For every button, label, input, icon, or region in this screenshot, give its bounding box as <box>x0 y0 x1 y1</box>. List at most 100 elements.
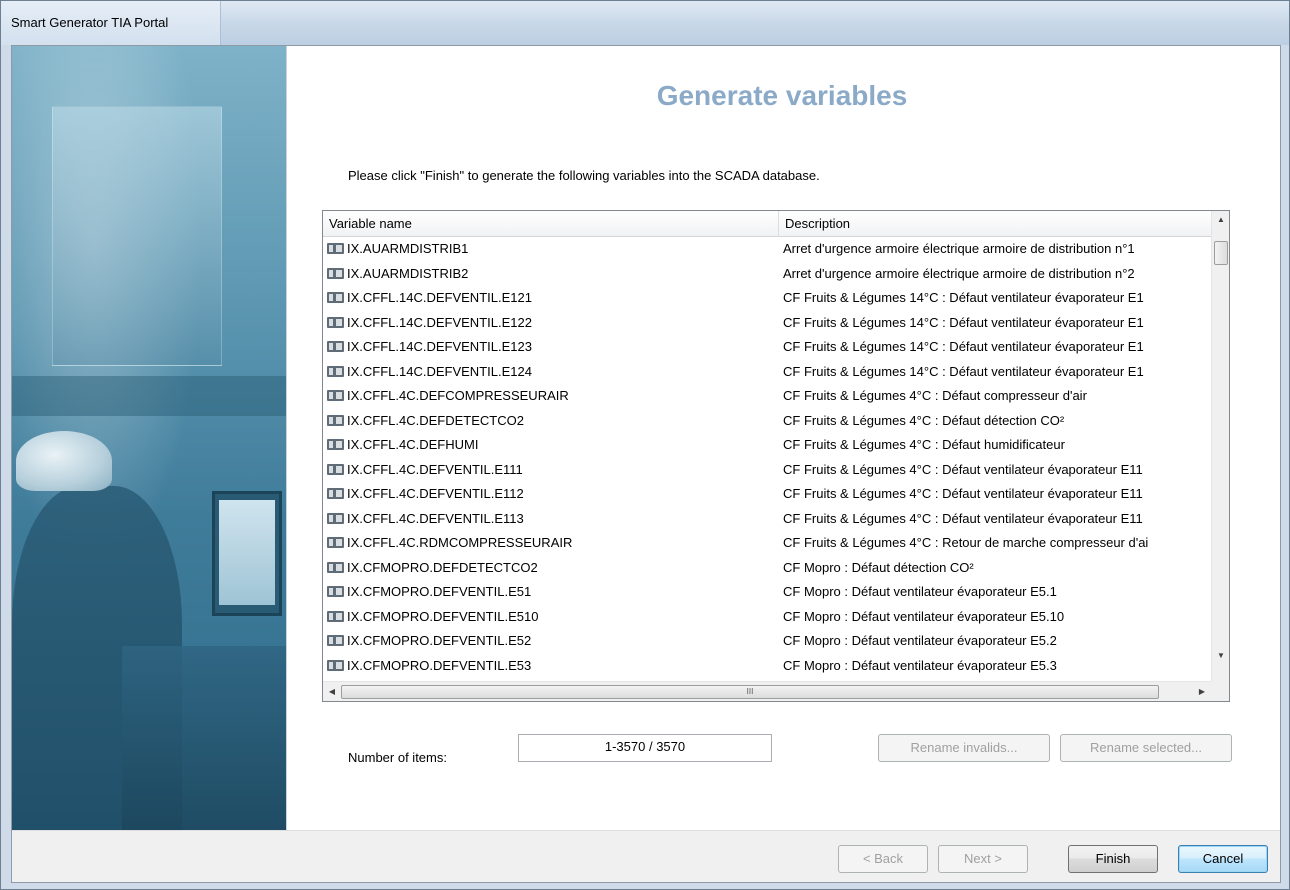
variable-name-cell: IX.CFMOPRO.DEFVENTIL.E52 <box>327 629 777 653</box>
table-row[interactable]: IX.CFFL.14C.DEFVENTIL.E121 CF Fruits & Lé… <box>323 286 1211 311</box>
column-header-variable-name[interactable]: Variable name <box>323 211 779 237</box>
rename-invalids-button[interactable]: Rename invalids... <box>878 734 1050 762</box>
wizard-window: Smart Generator TIA Portal Generate vari… <box>0 0 1290 890</box>
description-cell: CF Fruits & Légumes 14°C : Défaut ventil… <box>783 339 1144 354</box>
page-title: Generate variables <box>656 80 908 111</box>
variable-icon <box>327 610 344 622</box>
window-title: Smart Generator TIA Portal <box>11 15 169 30</box>
table-row[interactable]: IX.CFMOPRO.DEFVENTIL.E510 CF Mopro : Défa… <box>323 605 1211 630</box>
table-row[interactable]: IX.AUARMDISTRIB2 Arret d'urgence armoire … <box>323 262 1211 287</box>
horizontal-scrollbar[interactable]: ◀ III ▶ <box>323 681 1211 701</box>
table-row[interactable]: IX.CFFL.14C.DEFVENTIL.E124 CF Fruits & Lé… <box>323 360 1211 385</box>
table-row[interactable]: IX.CFMOPRO.DEFDETECTCO2 CF Mopro : Défaut… <box>323 556 1211 581</box>
table-row[interactable]: IX.CFMOPRO.DEFVENTIL.E53 CF Mopro : Défau… <box>323 654 1211 679</box>
horizontal-scroll-thumb[interactable]: III <box>341 685 1159 699</box>
variable-name-cell: IX.AUARMDISTRIB2 <box>327 262 777 286</box>
grid-rows: IX.AUARMDISTRIB1 Arret d'urgence armoire … <box>323 237 1211 681</box>
table-row[interactable]: IX.CFFL.4C.DEFDETECTCO2 CF Fruits & Légum… <box>323 409 1211 434</box>
vertical-scrollbar[interactable]: ▲ ▼ <box>1211 211 1229 681</box>
description-cell: CF Fruits & Légumes 4°C : Défaut compres… <box>783 388 1087 403</box>
scroll-right-icon[interactable]: ▶ <box>1193 682 1211 701</box>
variable-name-cell: IX.CFFL.14C.DEFVENTIL.E123 <box>327 335 777 359</box>
title-tab: Smart Generator TIA Portal <box>1 1 221 45</box>
description-cell: CF Fruits & Légumes 4°C : Défaut ventila… <box>783 486 1143 501</box>
variable-icon <box>327 439 344 450</box>
variable-name-text: IX.CFFL.14C.DEFVENTIL.E122 <box>347 314 532 330</box>
variable-icon <box>327 537 344 548</box>
variable-name-text: IX.AUARMDISTRIB2 <box>347 265 469 281</box>
description-cell: CF Mopro : Défaut ventilateur évaporateu… <box>783 608 1065 624</box>
variables-grid[interactable]: Variable name Description IX.AUARMDISTRI… <box>322 210 1230 702</box>
variable-name-cell: IX.CFFL.4C.DEFVENTIL.E113 <box>327 507 777 531</box>
variable-name-text: IX.CFMOPRO.DEFVENTIL.E53 <box>347 657 532 673</box>
variable-name-text: IX.CFMOPRO.DEFVENTIL.E52 <box>347 633 532 648</box>
description-cell: CF Fruits & Légumes 4°C : Retour de marc… <box>783 535 1149 550</box>
variable-name-text: IX.CFFL.14C.DEFVENTIL.E124 <box>347 363 532 379</box>
description-cell: CF Fruits & Légumes 4°C : Défaut ventila… <box>783 510 1143 526</box>
cancel-button[interactable]: Cancel <box>1178 845 1268 873</box>
table-row[interactable]: IX.CFFL.14C.DEFVENTIL.E122 CF Fruits & Lé… <box>323 311 1211 336</box>
table-row[interactable]: IX.AUARMDISTRIB1 Arret d'urgence armoire … <box>323 237 1211 262</box>
description-cell: CF Fruits & Légumes 4°C : Défaut humidif… <box>783 437 1065 452</box>
variable-name-text: IX.CFFL.4C.DEFVENTIL.E112 <box>347 486 524 501</box>
rename-selected-button[interactable]: Rename selected... <box>1060 734 1232 762</box>
column-header-description[interactable]: Description <box>779 211 1211 237</box>
variable-name-cell: IX.CFFL.4C.DEFVENTIL.E112 <box>327 482 777 506</box>
variable-icon <box>327 463 344 475</box>
wizard-client-area: Generate variables Please click "Finish"… <box>11 45 1281 883</box>
variable-name-text: IX.CFMOPRO.DEFVENTIL.E51 <box>347 584 532 599</box>
variable-icon <box>327 341 344 352</box>
variable-name-text: IX.CFFL.4C.DEFVENTIL.E113 <box>347 510 524 526</box>
table-row[interactable]: IX.CFFL.4C.DEFCOMPRESSEURAIR CF Fruits & … <box>323 384 1211 409</box>
variable-name-text: IX.CFMOPRO.DEFDETECTCO2 <box>347 559 538 575</box>
variable-name-cell: IX.CFMOPRO.DEFVENTIL.E53 <box>327 654 777 678</box>
table-row[interactable]: IX.CFFL.14C.DEFVENTIL.E123 CF Fruits & Lé… <box>323 335 1211 360</box>
variable-name-text: IX.CFFL.14C.DEFVENTIL.E123 <box>347 339 532 354</box>
description-cell: CF Fruits & Légumes 4°C : Défaut détecti… <box>783 412 1065 428</box>
variable-name-cell: IX.CFFL.14C.DEFVENTIL.E121 <box>327 286 777 310</box>
variable-icon <box>327 512 344 524</box>
variable-icon <box>327 635 344 646</box>
description-cell: CF Mopro : Défaut ventilateur évaporateu… <box>783 657 1057 673</box>
variable-icon <box>327 292 344 303</box>
vertical-scroll-thumb[interactable] <box>1214 241 1228 265</box>
variable-name-cell: IX.AUARMDISTRIB1 <box>327 237 777 261</box>
table-row[interactable]: IX.CFMOPRO.DEFVENTIL.E51 CF Mopro : Défau… <box>323 580 1211 605</box>
table-row[interactable]: IX.CFFL.4C.RDMCOMPRESSEURAIR CF Fruits & … <box>323 531 1211 556</box>
title-bar: Smart Generator TIA Portal <box>1 1 1289 45</box>
variable-name-text: IX.CFFL.4C.DEFHUMI <box>347 437 479 452</box>
description-cell: CF Fruits & Légumes 14°C : Défaut ventil… <box>783 314 1144 330</box>
side-banner-image <box>12 46 286 830</box>
variable-name-cell: IX.CFMOPRO.DEFVENTIL.E51 <box>327 580 777 604</box>
description-cell: Arret d'urgence armoire électrique armoi… <box>783 265 1135 281</box>
table-row[interactable]: IX.CFFL.4C.DEFVENTIL.E112 CF Fruits & Lég… <box>323 482 1211 507</box>
variable-name-cell: IX.CFFL.14C.DEFVENTIL.E122 <box>327 311 777 335</box>
scroll-left-icon[interactable]: ◀ <box>323 682 341 701</box>
table-row[interactable]: IX.CFFL.4C.DEFVENTIL.E111 CF Fruits & Lég… <box>323 458 1211 483</box>
variable-name-text: IX.CFFL.4C.DEFCOMPRESSEURAIR <box>347 388 569 403</box>
back-button[interactable]: < Back <box>838 845 928 873</box>
variable-name-cell: IX.CFFL.4C.RDMCOMPRESSEURAIR <box>327 531 777 555</box>
instruction-text: Please click "Finish" to generate the fo… <box>348 168 820 183</box>
description-cell: CF Fruits & Légumes 14°C : Défaut ventil… <box>783 363 1144 379</box>
scroll-down-icon[interactable]: ▼ <box>1212 647 1229 665</box>
variable-name-text: IX.CFFL.14C.DEFVENTIL.E121 <box>347 290 532 305</box>
table-row[interactable]: IX.CFFL.4C.DEFHUMI CF Fruits & Légumes 4°… <box>323 433 1211 458</box>
table-row[interactable]: IX.CFFL.4C.DEFVENTIL.E113 CF Fruits & Lég… <box>323 507 1211 532</box>
variable-icon <box>327 365 344 377</box>
variable-name-cell: IX.CFMOPRO.DEFVENTIL.E510 <box>327 605 777 629</box>
variable-name-cell: IX.CFMOPRO.DEFDETECTCO2 <box>327 556 777 580</box>
table-row[interactable]: IX.CFMOPRO.DEFVENTIL.E52 CF Mopro : Défau… <box>323 629 1211 654</box>
variable-icon <box>327 243 344 254</box>
variable-name-text: IX.CFFL.4C.RDMCOMPRESSEURAIR <box>347 535 573 550</box>
variable-name-text: IX.CFFL.4C.DEFVENTIL.E111 <box>347 461 523 477</box>
grid-header: Variable name Description <box>323 211 1211 237</box>
description-cell: CF Fruits & Légumes 4°C : Défaut ventila… <box>783 461 1143 477</box>
description-cell: CF Mopro : Défaut ventilateur évaporateu… <box>783 584 1057 599</box>
variable-icon <box>327 488 344 499</box>
finish-button[interactable]: Finish <box>1068 845 1158 873</box>
description-cell: CF Fruits & Légumes 14°C : Défaut ventil… <box>783 290 1144 305</box>
scroll-up-icon[interactable]: ▲ <box>1212 211 1229 229</box>
variable-name-cell: IX.CFFL.4C.DEFHUMI <box>327 433 777 457</box>
next-button[interactable]: Next > <box>938 845 1028 873</box>
